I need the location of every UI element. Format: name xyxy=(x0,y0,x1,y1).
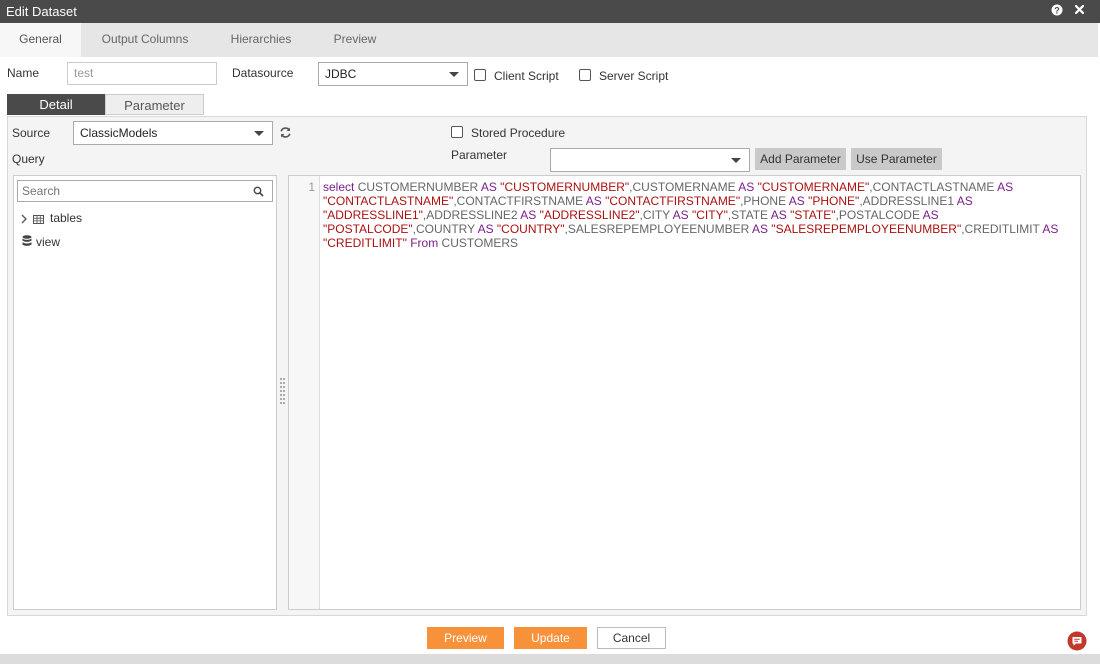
sql-keyword: From xyxy=(410,236,439,250)
name-input[interactable]: test xyxy=(67,62,217,85)
line-number: 1 xyxy=(308,180,315,194)
subtab-detail[interactable]: Detail xyxy=(7,94,105,115)
query-label: Query xyxy=(12,152,45,166)
add-parameter-button[interactable]: Add Parameter xyxy=(755,148,846,170)
sql-text: ,POSTALCODE xyxy=(835,208,923,222)
help-icon[interactable]: ? xyxy=(1050,4,1064,18)
sql-text: CUSTOMERNUMBER xyxy=(354,180,481,194)
sql-text: ,COUNTRY xyxy=(412,222,478,236)
sql-keyword: AS xyxy=(788,194,805,208)
sql-keyword: AS xyxy=(922,208,939,222)
client-script-checkbox[interactable] xyxy=(474,69,486,81)
sql-string: "SALESREPEMPLOYEENUMBER" xyxy=(767,222,962,236)
panel-splitter-handle[interactable] xyxy=(280,378,286,408)
window-titlebar: Edit Dataset ? xyxy=(0,0,1100,23)
sql-text: ,CUSTOMERNAME xyxy=(629,180,739,194)
tree-item-label: view xyxy=(36,235,61,249)
sql-string: "CONTACTFIRSTNAME" xyxy=(601,194,741,208)
datasource-select[interactable]: JDBC xyxy=(318,62,468,86)
chevron-down-icon xyxy=(254,131,264,136)
sql-text: ,ADDRESSLINE2 xyxy=(422,208,521,222)
search-icon[interactable] xyxy=(253,186,264,197)
main-tabbar: General Output Columns Hierarchies Previ… xyxy=(0,23,1098,57)
server-script-label: Server Script xyxy=(599,69,669,83)
sql-keyword: AS xyxy=(477,222,494,236)
sql-keyword: AS xyxy=(997,180,1014,194)
sql-keyword: AS xyxy=(480,180,497,194)
stored-procedure-label: Stored Procedure xyxy=(471,126,566,140)
sql-string: "CITY" xyxy=(688,208,728,222)
tab-preview[interactable]: Preview xyxy=(322,23,388,57)
schema-tree-panel: tables view xyxy=(13,175,277,610)
sql-text: ,PHONE xyxy=(740,194,789,208)
tab-general[interactable]: General xyxy=(0,23,81,57)
sql-editor[interactable]: 1 select CUSTOMERNUMBER AS "CUSTOMERNUMB… xyxy=(288,175,1081,610)
tree-search-box xyxy=(17,180,273,202)
source-label: Source xyxy=(12,126,51,140)
chat-icon[interactable] xyxy=(1067,631,1087,651)
sql-text: ,CONTACTLASTNAME xyxy=(869,180,998,194)
name-label: Name xyxy=(7,66,40,80)
chevron-right-icon[interactable] xyxy=(20,213,28,224)
subtab-parameter[interactable]: Parameter xyxy=(105,94,204,115)
tree-item-tables[interactable]: tables xyxy=(20,210,120,226)
datasource-value: JDBC xyxy=(325,67,357,81)
source-select[interactable]: ClassicModels xyxy=(73,121,273,145)
close-icon[interactable] xyxy=(1072,4,1086,18)
update-button[interactable]: Update xyxy=(514,627,587,649)
sql-keyword: AS xyxy=(672,208,689,222)
sql-string: "CREDITLIMIT" xyxy=(323,236,407,250)
refresh-icon[interactable] xyxy=(279,126,292,139)
sql-string: "COUNTRY" xyxy=(493,222,565,236)
sql-string: "CUSTOMERNAME" xyxy=(754,180,870,194)
sql-text: ,CONTACTFIRSTNAME xyxy=(453,194,586,208)
sql-string: "CONTACTLASTNAME" xyxy=(323,194,454,208)
tree-item-view[interactable]: view xyxy=(20,234,120,250)
preview-button[interactable]: Preview xyxy=(427,627,504,649)
sql-string: "ADDRESSLINE2" xyxy=(536,208,640,222)
chevron-down-icon xyxy=(449,72,459,77)
tree-item-label: tables xyxy=(50,211,83,225)
sql-string: "ADDRESSLINE1" xyxy=(323,208,423,222)
sql-keyword: AS xyxy=(520,208,537,222)
svg-text:?: ? xyxy=(1054,5,1060,15)
sql-text: ,ADDRESSLINE1 xyxy=(859,194,957,208)
parameter-select[interactable] xyxy=(550,148,750,172)
sql-keyword: AS xyxy=(585,194,602,208)
sql-keyword: AS xyxy=(770,208,787,222)
sql-keyword: AS xyxy=(738,180,755,194)
cancel-button[interactable]: Cancel xyxy=(597,627,666,649)
sql-keyword: AS xyxy=(956,194,973,208)
search-input[interactable] xyxy=(18,181,254,201)
tab-output-columns[interactable]: Output Columns xyxy=(90,23,200,57)
sql-keyword: select xyxy=(323,180,355,194)
sql-text: ,STATE xyxy=(727,208,771,222)
client-script-label: Client Script xyxy=(494,69,559,83)
sql-text: ,CITY xyxy=(639,208,673,222)
sql-string: "PHONE" xyxy=(804,194,860,208)
source-value: ClassicModels xyxy=(80,126,158,140)
sql-text: ,SALESREPEMPLOYEENUMBER xyxy=(564,222,752,236)
parameter-label: Parameter xyxy=(451,148,508,162)
use-parameter-button[interactable]: Use Parameter xyxy=(851,148,942,170)
sql-query-text[interactable]: select CUSTOMERNUMBER AS "CUSTOMERNUMBER… xyxy=(323,180,1073,250)
server-script-checkbox[interactable] xyxy=(579,69,591,81)
table-icon xyxy=(33,213,44,224)
stored-procedure-checkbox[interactable] xyxy=(451,126,463,138)
line-number-gutter: 1 xyxy=(289,176,320,609)
database-icon xyxy=(22,235,32,247)
sql-keyword: AS xyxy=(1042,222,1059,236)
window-title: Edit Dataset xyxy=(6,4,77,19)
datasource-label: Datasource xyxy=(232,66,294,80)
bottom-edge xyxy=(0,654,1100,664)
sql-string: "STATE" xyxy=(786,208,836,222)
sql-text: ,CREDITLIMIT xyxy=(961,222,1043,236)
sql-keyword: AS xyxy=(751,222,768,236)
sql-string: "POSTALCODE" xyxy=(323,222,413,236)
sql-string: "CUSTOMERNUMBER" xyxy=(496,180,630,194)
tab-hierarchies[interactable]: Hierarchies xyxy=(218,23,304,57)
chevron-down-icon xyxy=(731,158,741,163)
sql-text: CUSTOMERS xyxy=(438,236,518,250)
